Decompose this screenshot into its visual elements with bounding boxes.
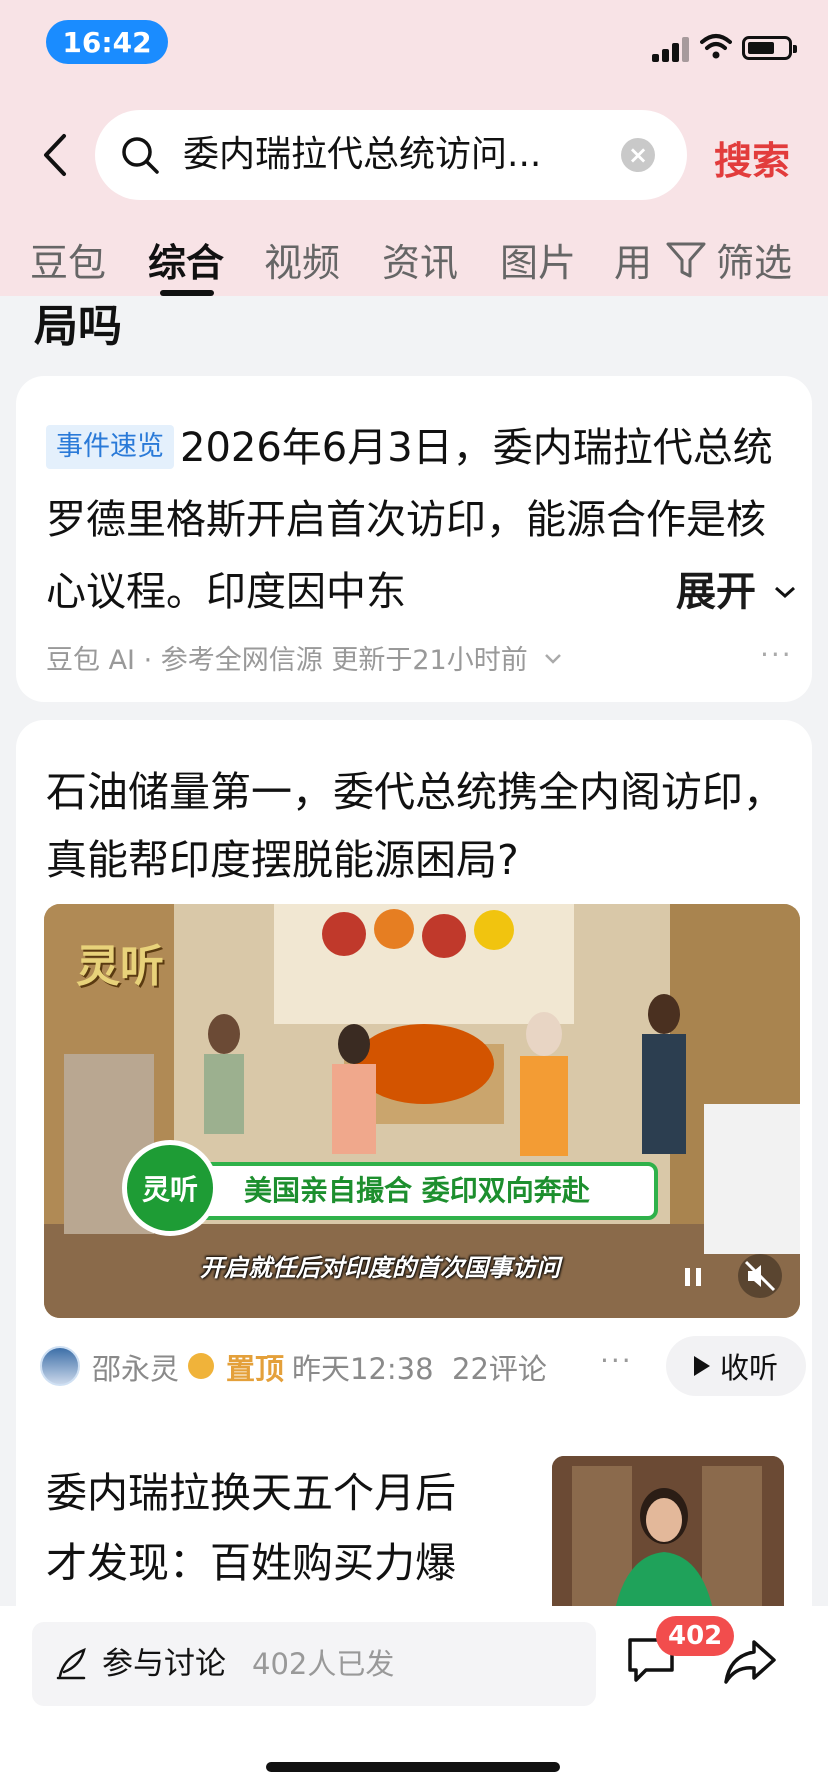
signal-icon	[652, 36, 690, 62]
expand-button[interactable]: 展开	[636, 556, 798, 628]
chevron-down-icon[interactable]	[542, 651, 564, 667]
mute-icon[interactable]	[738, 1254, 782, 1298]
search-box[interactable]: 委内瑞拉代总统访问... ×	[95, 110, 687, 200]
post-time: 昨天12:38 22评论	[292, 1352, 547, 1386]
discuss-count: 402人已发	[252, 1647, 395, 1681]
thumbnail-image	[552, 1456, 784, 1626]
event-badge: 事件速览	[46, 425, 174, 469]
news-meta: 邵永灵 置顶 昨天12:38 22评论 ··· 收听	[40, 1336, 810, 1396]
pinned-label: 置顶	[226, 1352, 285, 1386]
home-indicator[interactable]	[266, 1762, 560, 1772]
news-title[interactable]: 委内瑞拉换天五个月后才发现：百姓购买力爆	[46, 1458, 486, 1598]
ai-summary-meta: 豆包 AI · 参考全网信源 更新于21小时前	[46, 638, 564, 677]
battery-icon	[742, 36, 797, 60]
news-thumbnail[interactable]	[552, 1456, 784, 1626]
news-title[interactable]: 石油储量第一，委代总统携全内阁访印，真能帮印度摆脱能源困局?	[46, 758, 796, 894]
avatar[interactable]	[40, 1346, 80, 1386]
back-icon[interactable]	[36, 130, 76, 180]
video-logo: 灵听	[122, 1140, 218, 1236]
play-icon	[693, 1356, 710, 1376]
chevron-down-icon	[774, 586, 795, 599]
discuss-label: 参与讨论	[102, 1646, 226, 1682]
pause-icon[interactable]	[676, 1260, 710, 1294]
status-bar: 16:42	[0, 0, 828, 90]
search-input[interactable]: 委内瑞拉代总统访问...	[183, 110, 541, 200]
video-watermark: 灵听	[76, 941, 164, 992]
wifi-icon	[700, 34, 732, 59]
filter-button[interactable]: 筛选	[716, 232, 792, 287]
previous-result-title: 局吗	[34, 301, 122, 352]
filter-icon[interactable]	[664, 238, 708, 282]
share-icon[interactable]	[722, 1636, 778, 1688]
ai-summary-card[interactable]: 事件速览 2026年6月3日，委内瑞拉代总统罗德里格斯开启首次访印，能源合作是核心…	[16, 376, 812, 702]
search-button[interactable]: 搜索	[714, 130, 790, 185]
active-tab-indicator	[160, 290, 214, 296]
video-subtitle: 开启就任后对印度的首次国事访问	[200, 1254, 560, 1282]
listen-button[interactable]: 收听	[666, 1336, 806, 1396]
clear-icon[interactable]: ×	[621, 138, 655, 172]
author-name[interactable]: 邵永灵	[92, 1346, 179, 1388]
discuss-input[interactable]: 参与讨论 402人已发	[32, 1622, 596, 1706]
tab-images[interactable]: 图片	[500, 232, 576, 287]
verified-icon	[188, 1353, 214, 1379]
more-options-icon[interactable]: ···	[760, 638, 793, 671]
tab-all[interactable]: 综合	[148, 232, 224, 287]
pen-icon	[56, 1647, 86, 1680]
video-player[interactable]: 灵听 美国亲自撮合 委印双向奔赴 灵听 开启就任后对印度的首次国事访问	[44, 904, 800, 1318]
tab-doubao[interactable]: 豆包	[30, 232, 106, 287]
more-options-icon[interactable]: ···	[600, 1344, 633, 1377]
tab-video[interactable]: 视频	[264, 232, 340, 287]
tab-users[interactable]: 用	[614, 232, 652, 287]
search-icon	[122, 137, 159, 174]
tab-news[interactable]: 资讯	[382, 232, 458, 287]
comment-count: 22评论	[452, 1352, 547, 1386]
status-time: 16:42	[46, 20, 168, 64]
